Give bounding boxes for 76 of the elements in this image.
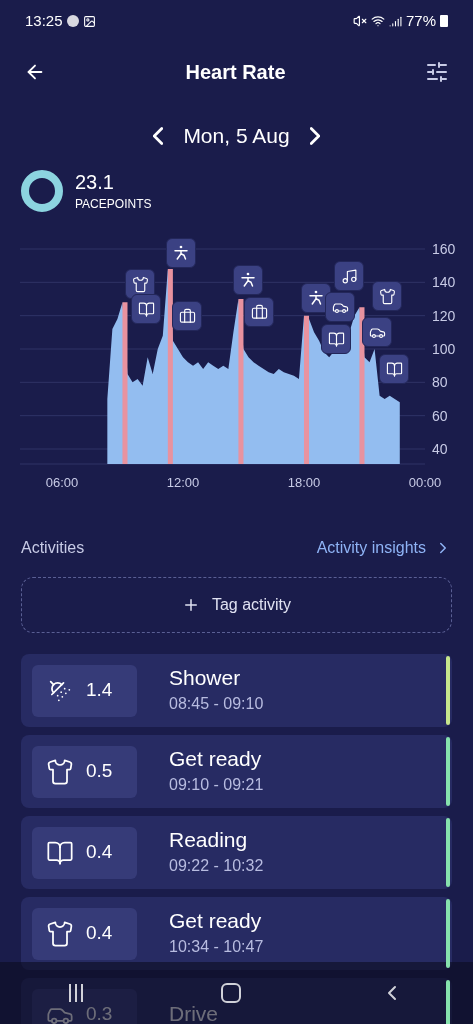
signal-icon	[388, 14, 402, 28]
home-icon[interactable]	[221, 983, 242, 1003]
activity-insights-link[interactable]: Activity insights	[316, 536, 452, 560]
y-tick-label: 140	[432, 274, 456, 291]
shirt-icon	[378, 287, 396, 305]
next-day-button[interactable]	[309, 127, 320, 145]
date-label: Mon, 5 Aug	[183, 123, 290, 150]
briefcase-icon	[250, 303, 268, 321]
pacepoints-value: 23.1	[75, 169, 115, 195]
activity-card[interactable]: 0.4 Get ready 10:34 - 10:47	[21, 897, 452, 970]
tag-activity-button[interactable]: Tag activity	[21, 577, 452, 633]
chevron-right-icon	[309, 127, 320, 145]
activity-marker[interactable]	[125, 269, 155, 299]
points-value: 0.5	[86, 759, 113, 784]
battery-icon	[440, 15, 448, 27]
activity-card[interactable]: 0.4 Reading 09:22 - 10:32	[21, 816, 452, 889]
battery-percent: 77%	[405, 10, 436, 31]
yoga-pose-icon	[239, 271, 257, 289]
points-value: 0.4	[86, 840, 113, 865]
activity-name: Get ready	[169, 746, 263, 773]
briefcase-icon	[178, 307, 196, 325]
y-tick-label: 60	[432, 407, 448, 424]
activity-marker[interactable]	[166, 238, 196, 268]
mute-icon	[352, 14, 367, 28]
settings-icon	[425, 60, 449, 84]
y-tick-label: 40	[432, 441, 448, 457]
clothing-icon	[46, 919, 74, 948]
activity-card[interactable]: 0.5 Get ready 09:10 - 09:21	[21, 735, 452, 808]
y-tick-label: 160	[432, 241, 456, 257]
activity-marker[interactable]	[362, 317, 392, 347]
x-tick-label: 18:00	[287, 475, 321, 490]
activity-time: 10:34 - 10:47	[169, 936, 264, 957]
activity-marker[interactable]	[172, 301, 202, 331]
clothing-icon	[46, 757, 74, 786]
activity-name: Get ready	[169, 908, 263, 935]
yoga-pose-icon	[172, 244, 190, 262]
activity-card[interactable]: 1.4 Shower 08:45 - 09:10	[21, 654, 452, 727]
x-tick-label: 00:00	[408, 475, 442, 490]
activity-marker[interactable]	[334, 261, 364, 291]
wifi-icon	[370, 14, 385, 28]
book-icon	[385, 360, 403, 378]
shirt-icon	[131, 275, 149, 293]
y-tick-label: 100	[432, 341, 456, 357]
activity-time: 08:45 - 09:10	[169, 693, 264, 714]
activity-name: Drive	[169, 1001, 218, 1024]
points-value: 0.3	[86, 1002, 113, 1024]
recent-apps-icon[interactable]	[69, 984, 84, 1002]
activity-marker[interactable]	[233, 265, 263, 295]
activity-name: Reading	[169, 827, 249, 854]
points-value: 0.4	[86, 921, 113, 946]
y-tick-label: 120	[432, 307, 456, 324]
y-tick-label: 80	[432, 374, 448, 391]
book-icon	[137, 300, 155, 318]
chevron-left-icon	[153, 127, 164, 145]
activity-marker[interactable]	[321, 324, 351, 354]
activity-time: 09:22 - 10:32	[169, 855, 264, 876]
activity-marker[interactable]	[325, 292, 355, 322]
activity-marker[interactable]	[372, 281, 402, 311]
pacepoints-label: PACEPOINTS	[75, 195, 152, 213]
activity-name: Shower	[169, 665, 242, 692]
x-tick-label: 12:00	[166, 475, 200, 490]
activities-heading: Activities	[21, 538, 85, 558]
activity-marker[interactable]	[379, 354, 409, 384]
activity-marker[interactable]	[244, 297, 274, 327]
activity-marker[interactable]	[131, 294, 161, 324]
x-tick-label: 06:00	[45, 475, 79, 490]
music-icon	[340, 267, 358, 285]
activity-time: 09:10 - 09:21	[169, 774, 264, 795]
book-icon	[327, 330, 345, 348]
previous-day-button[interactable]	[153, 127, 164, 145]
status-time: 13:25	[25, 10, 63, 31]
image-icon	[82, 14, 96, 28]
points-value: 1.4	[86, 678, 113, 703]
pacepoints-ring	[21, 170, 63, 212]
page-title: Heart Rate	[185, 60, 286, 85]
yoga-pose-icon	[307, 289, 325, 307]
